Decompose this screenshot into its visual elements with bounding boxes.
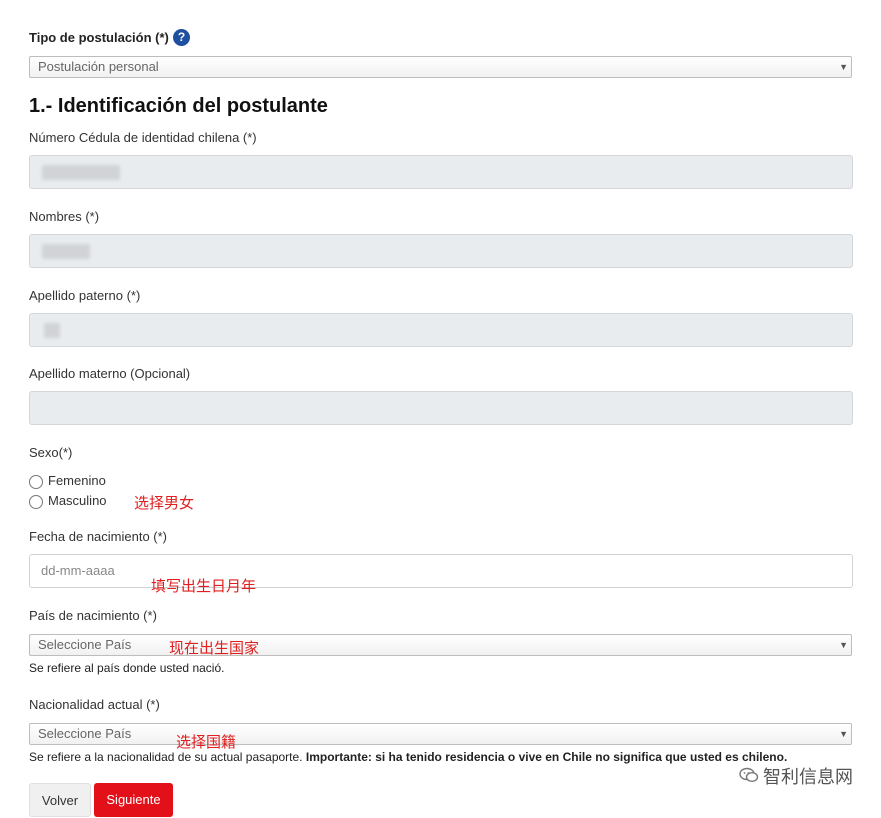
- redacted-value: [44, 323, 60, 338]
- tipo-select-value: Postulación personal: [38, 59, 159, 74]
- caret-down-icon: ▼: [839, 729, 848, 739]
- nacionalidad-hint-important: Importante: si ha tenido residencia o vi…: [305, 750, 788, 764]
- nombres-label: Nombres (*): [29, 209, 100, 224]
- pais-hint: Se refiere al país donde usted nació.: [29, 661, 225, 675]
- nacionalidad-label: Nacionalidad actual (*): [29, 697, 160, 712]
- wechat-icon: [739, 767, 759, 788]
- radio-masculino-label: Masculino: [48, 493, 107, 508]
- radio-masculino[interactable]: [29, 495, 43, 509]
- pais-select-value: Seleccione País: [38, 637, 132, 652]
- section-title: 1.- Identificación del postulante: [29, 95, 328, 117]
- fecha-annotation: 填写出生日月年: [151, 578, 257, 595]
- help-icon[interactable]: ?: [173, 29, 190, 46]
- nacionalidad-select-value: Seleccione País: [38, 726, 132, 741]
- sexo-annotation: 选择男女: [134, 495, 195, 512]
- tipo-select[interactable]: Postulación personal ▼: [29, 56, 852, 78]
- nacionalidad-hint: Se refiere a la nacionalidad de su actua…: [29, 750, 787, 764]
- watermark: 智利信息网: [739, 763, 853, 789]
- nacionalidad-hint-regular: Se refiere a la nacionalidad de su actua…: [29, 750, 306, 764]
- pais-select[interactable]: Seleccione País ▼: [29, 634, 852, 656]
- fecha-label: Fecha de nacimiento (*): [29, 529, 168, 544]
- sexo-label: Sexo(*): [29, 445, 73, 460]
- nacionalidad-select[interactable]: Seleccione País ▼: [29, 723, 852, 745]
- caret-down-icon: ▼: [839, 640, 848, 650]
- next-button[interactable]: Siguiente: [94, 783, 173, 817]
- watermark-text: 智利信息网: [763, 767, 853, 787]
- back-button[interactable]: Volver: [29, 783, 91, 817]
- apellido-paterno-label: Apellido paterno (*): [29, 288, 141, 303]
- apellido-materno-label: Apellido materno (Opcional): [29, 366, 191, 381]
- cedula-input[interactable]: [29, 155, 853, 189]
- nombres-input[interactable]: [29, 234, 853, 268]
- fecha-placeholder: dd-mm-aaaa: [41, 563, 115, 578]
- nacionalidad-annotation: 选择国籍: [176, 734, 237, 751]
- redacted-value: [42, 165, 120, 180]
- radio-femenino-label: Femenino: [48, 473, 106, 488]
- tipo-label: Tipo de postulación (*): [29, 30, 169, 45]
- pais-label: País de nacimiento (*): [29, 608, 157, 623]
- redacted-value: [42, 244, 90, 259]
- apellido-materno-input[interactable]: [29, 391, 853, 425]
- radio-femenino[interactable]: [29, 475, 43, 489]
- caret-down-icon: ▼: [839, 62, 848, 72]
- cedula-label: Número Cédula de identidad chilena (*): [29, 130, 257, 145]
- apellido-paterno-input[interactable]: [29, 313, 853, 347]
- pais-annotation: 现在出生国家: [169, 640, 260, 657]
